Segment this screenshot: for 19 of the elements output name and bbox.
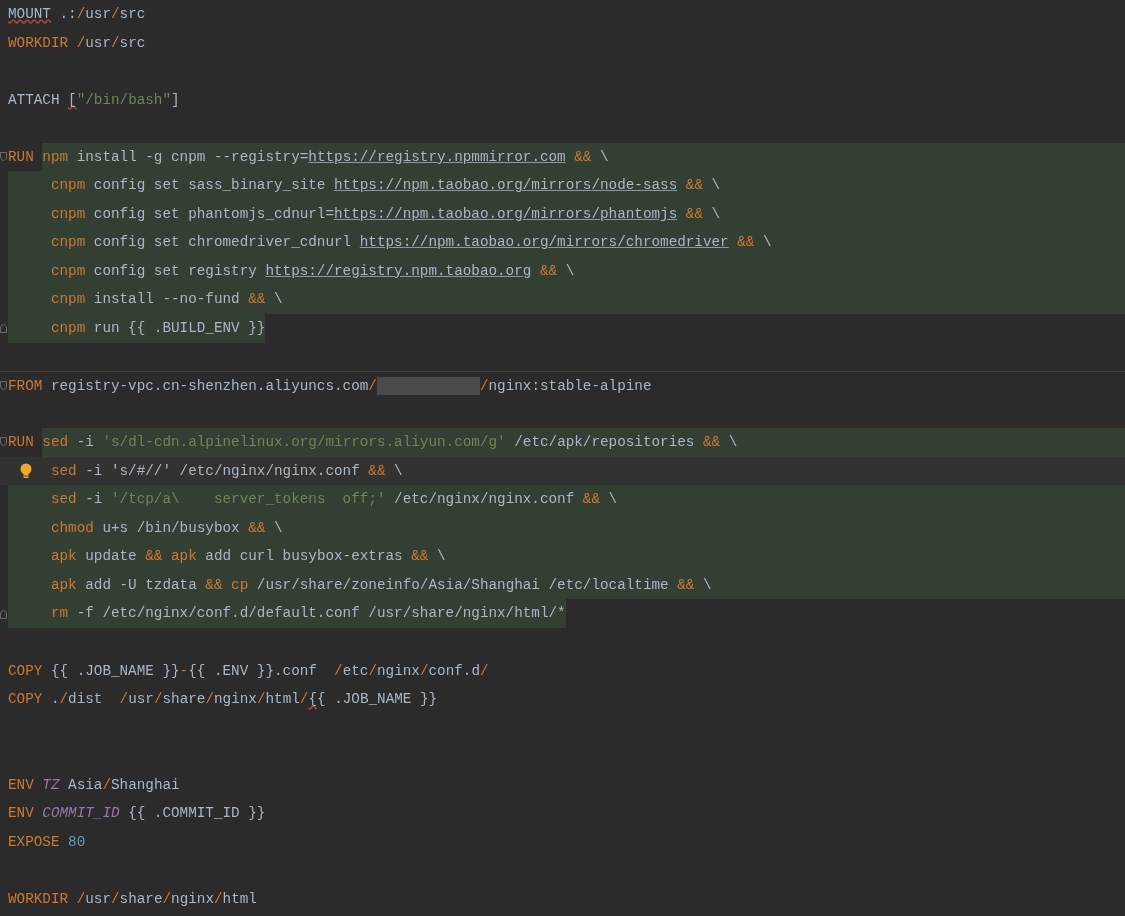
code-line: WORKDIR /usr/src (8, 33, 146, 53)
code-line: RUN sed -i 's/dl-cdn.alpinelinux.org/mirrors.aliyun.com/g' /etc/apk/repositories && \ (8, 428, 1125, 457)
code-line: sed -i 's/#//' /etc/nginx/nginx.conf && \ (50, 461, 403, 481)
code-line: EXPOSE 80 (8, 832, 86, 852)
fold-icon[interactable] (0, 437, 7, 448)
code-line: COPY ./dist /usr/share/nginx/html/{{ .JOB_NAME }} (8, 690, 438, 710)
code-line: ENV COMMIT_ID {{ .COMMIT_ID }} (8, 804, 266, 824)
code-line: COPY {{ .JOB_NAME }}-{{ .ENV }}.conf /etc/nginx/conf.d/ (8, 661, 489, 681)
code-line: MOUNT .:/usr/src (8, 5, 146, 24)
code-line: ENV TZ Asia/Shanghai (8, 775, 180, 795)
lightbulb-icon[interactable] (20, 462, 32, 479)
fold-icon[interactable] (0, 608, 7, 619)
fold-icon[interactable] (0, 323, 7, 334)
code-line: ATTACH ["/bin/bash"] (8, 90, 180, 110)
code-line: FROM registry-vpc.cn-shenzhen.aliyuncs.com/ /nginx:stable-alpine (8, 375, 652, 397)
fold-icon[interactable] (0, 152, 7, 162)
code-line: RUN npm install -g cnpm --registry=https://registry.npmmirror.com && \ (8, 142, 1125, 172)
code-line: WORKDIR /usr/share/nginx/html (8, 889, 257, 909)
fold-icon[interactable] (0, 380, 7, 391)
